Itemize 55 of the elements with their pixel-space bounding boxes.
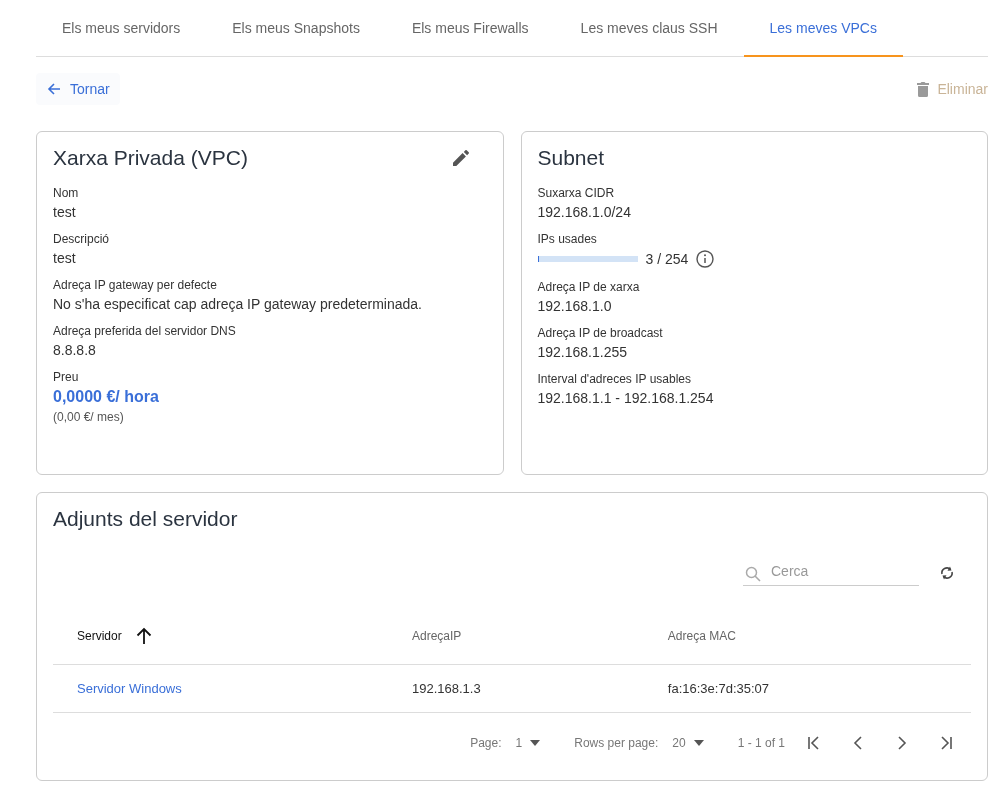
server-link[interactable]: Servidor Windows [77,681,182,696]
page-label: Page: [470,736,502,750]
arrow-left-icon [46,81,62,97]
tab[interactable]: Els meus Firewalls [385,0,555,57]
card-title: Adjunts del servidor [53,507,239,531]
column-header[interactable]: Adreça MAC [667,629,736,643]
page-range: 1 - 1 of 1 [737,736,785,750]
field-label: Adreça IP de broadcast [537,326,664,340]
price-value: 0,0000 €/ hora [53,388,160,406]
field-label: Adreça IP de xarxa [537,280,641,294]
tab[interactable]: Les meves claus SSH [554,0,744,57]
monthly-price: (0,00 €/ mes) [53,410,125,424]
caret-icon [693,740,704,746]
arrow-up-icon[interactable] [135,627,152,645]
page-select[interactable]: 1 [515,736,541,750]
rows-per-page-select[interactable]: 20 [672,736,704,750]
pencil-icon[interactable] [452,150,469,166]
search-icon [745,566,761,582]
search-field[interactable]: Cerca [743,559,919,586]
field-label: IPs usades [537,232,598,246]
column-header[interactable]: Servidor [77,629,122,643]
tab[interactable]: Les meves VPCs [743,0,903,57]
trash-icon [917,81,930,97]
field-label: Interval d'adreces IP usables [537,372,692,386]
chevron-right-icon [895,736,909,750]
caret-icon [530,740,541,746]
tab[interactable]: Els meus Snapshots [206,0,386,57]
table-cell: fa:16:3e:7d:35:07 [667,681,770,696]
usage-reading: 3 / 254 [645,251,689,267]
field-label: Descripció [53,232,110,246]
chevron-left-icon [851,736,865,750]
field-value: 192.168.1.0/24 [537,204,632,220]
info-icon[interactable] [696,250,715,268]
field-value: 192.168.1.0 [537,298,613,314]
rows-per-page-label: Rows per page: [574,736,659,750]
field-label: Adreça preferida del servidor DNS [53,324,237,338]
refresh-icon[interactable] [939,564,955,581]
back-button[interactable]: Tornar [36,73,120,105]
field-label: Adreça IP gateway per defecte [53,278,218,292]
column-header[interactable]: AdreçaIP [411,629,462,643]
table-cell: 192.168.1.3 [411,681,481,696]
last-page-icon [939,736,953,750]
first-page-icon [807,736,821,750]
field-value: test [53,204,77,220]
field-value: 192.168.1.1 - 192.168.1.254 [537,390,715,406]
tab[interactable]: Els meus servidors [36,0,207,57]
field-label: Suxarxa CIDR [537,186,616,200]
card-title: Subnet [537,146,605,170]
field-label: Preu [53,370,80,384]
field-value: No s'ha especificat cap adreça IP gateway predeterminada. [53,296,423,312]
field-value: 192.168.1.255 [537,344,629,360]
field-value: 8.8.8.8 [53,342,97,358]
field-label: Nom [53,186,80,200]
field-value: test [53,250,77,266]
card-title: Xarxa Privada (VPC) [53,146,248,170]
